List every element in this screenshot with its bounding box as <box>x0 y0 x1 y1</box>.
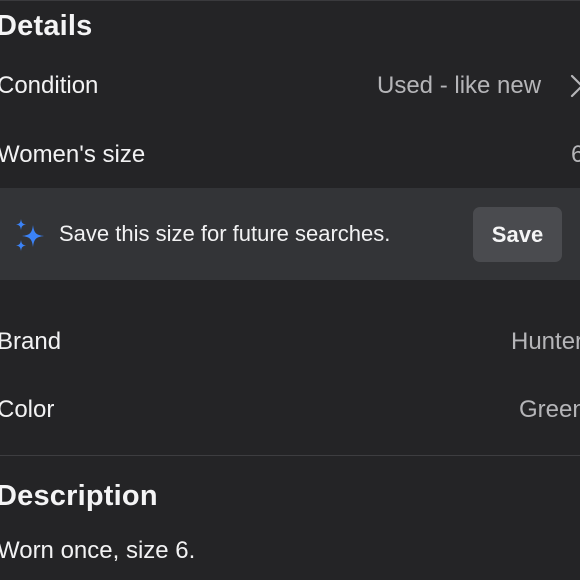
condition-label: Condition <box>0 72 99 99</box>
save-size-banner: Save this size for future searches. Save <box>0 188 580 280</box>
listing-details-panel: Details Condition Used - like new Women'… <box>0 0 580 580</box>
save-size-message: Save this size for future searches. <box>59 221 391 246</box>
save-size-button[interactable]: Save <box>473 207 562 262</box>
details-heading: Details <box>0 10 93 42</box>
color-value: Green <box>519 396 580 423</box>
condition-row[interactable]: Condition Used - like new <box>0 64 580 108</box>
brand-value: Hunter <box>511 328 580 355</box>
brand-label: Brand <box>0 328 62 355</box>
womens-size-row: Women's size 6 <box>0 133 580 177</box>
description-heading: Description <box>0 480 158 512</box>
womens-size-label: Women's size <box>0 141 146 168</box>
womens-size-value: 6 <box>571 141 580 168</box>
color-label: Color <box>0 396 55 423</box>
color-row: Color Green <box>0 388 580 432</box>
chevron-right-icon <box>570 74 580 98</box>
condition-value: Used - like new <box>377 72 542 99</box>
section-divider <box>0 455 580 456</box>
sparkle-icon <box>16 219 44 251</box>
description-text: Worn once, size 6. <box>0 537 196 564</box>
brand-row: Brand Hunter <box>0 320 580 364</box>
top-divider <box>0 0 580 1</box>
